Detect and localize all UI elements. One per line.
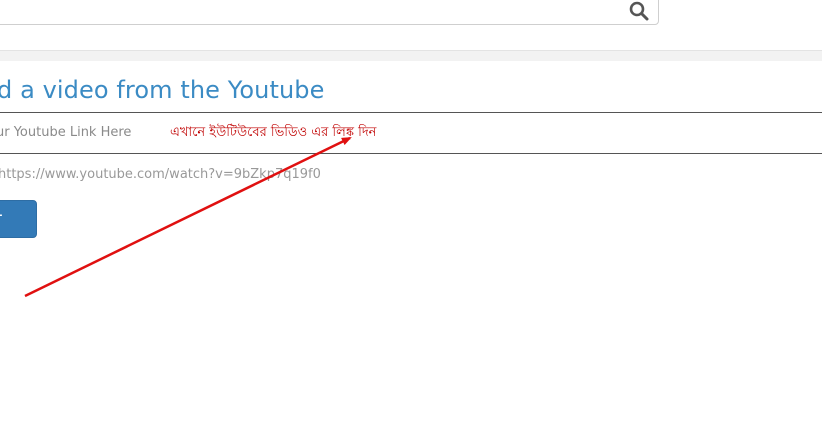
youtube-url-input[interactable] — [0, 162, 598, 186]
search-icon — [629, 1, 649, 21]
divider-top — [0, 112, 822, 113]
page-title: d a video from the Youtube — [0, 76, 325, 104]
search-button[interactable] — [628, 0, 652, 22]
divider-bottom — [0, 153, 822, 154]
search-box — [0, 0, 659, 25]
annotation-arrow — [24, 136, 352, 298]
search-input[interactable] — [0, 0, 611, 24]
header-shadow — [0, 51, 822, 61]
header-bar — [0, 0, 822, 51]
page: d a video from the Youtube ur Youtube Li… — [0, 0, 822, 434]
bengali-annotation: এখানে ইউটিউবের ভিডিও এর লিঙ্ক দিন — [170, 125, 377, 140]
submit-button[interactable]: T — [0, 200, 37, 238]
youtube-link-label: ur Youtube Link Here — [0, 125, 132, 140]
